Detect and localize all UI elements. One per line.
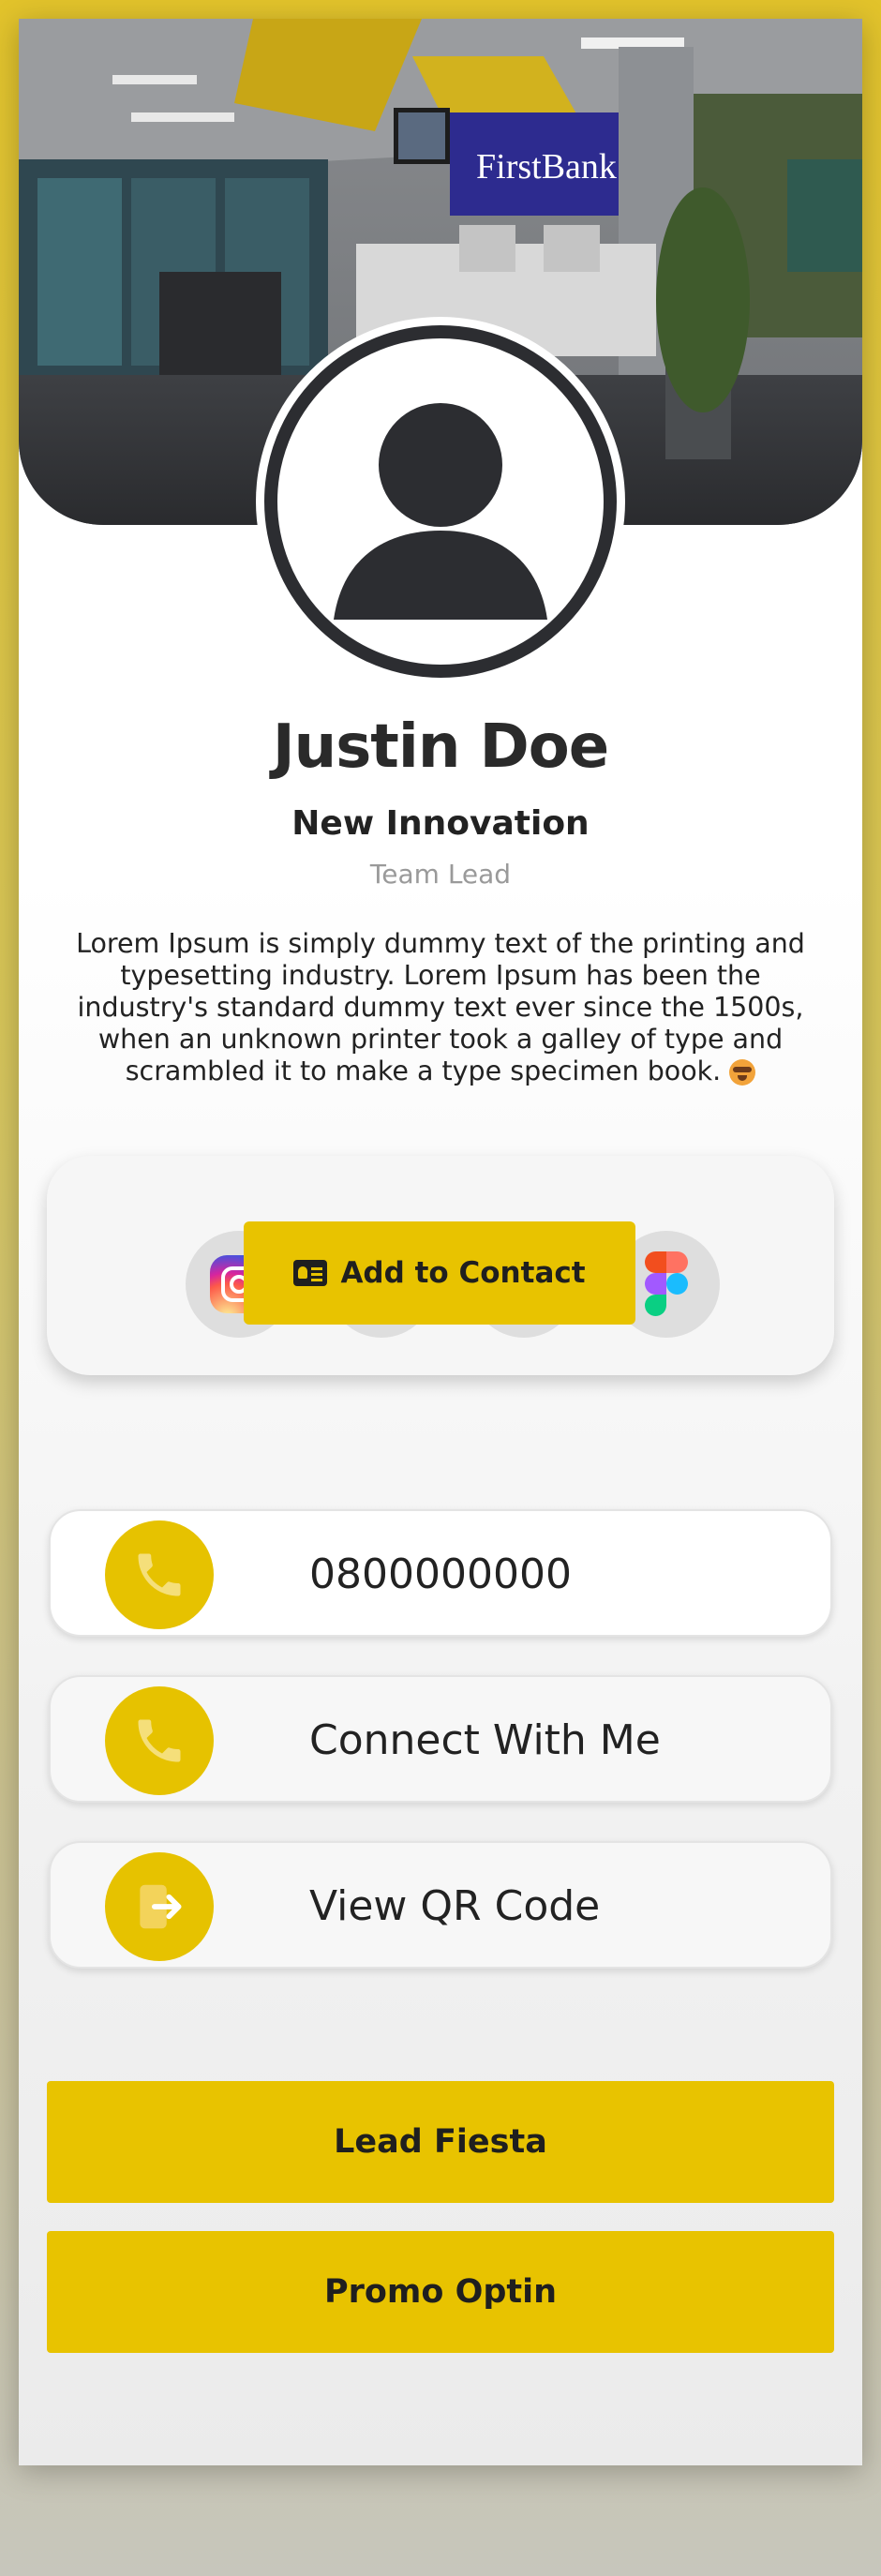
add-to-contact-label: Add to Contact [340,1256,586,1290]
exit-arrow-icon [140,1884,182,1929]
view-qr-code-row[interactable]: View QR Code [49,1841,832,1969]
contact-card-icon [293,1260,328,1286]
connect-with-me-label: Connect With Me [309,1716,661,1764]
company-name: New Innovation [291,804,590,843]
phone-icon [138,1553,181,1596]
bio: Lorem Ipsum is simply dummy text of the … [56,928,825,1087]
phone-number-row[interactable]: 0800000000 [49,1509,832,1637]
profile-card: FirstBank Justin Doe New Innovation Team… [19,19,862,2465]
social-panel: Add to Contact [47,1156,834,1375]
lead-fiesta-button[interactable]: Lead Fiesta [47,2081,834,2203]
avatar [264,325,617,678]
add-to-contact-button[interactable]: Add to Contact [244,1221,635,1325]
phone-icon [138,1719,181,1762]
phone-number: 0800000000 [309,1550,572,1598]
bio-text: Lorem Ipsum is simply dummy text of the … [76,928,805,1086]
profile-name: Justin Doe [272,712,609,782]
figma-icon [645,1251,688,1317]
promo-optin-button[interactable]: Promo Optin [47,2231,834,2353]
smiling-emoji-icon [729,1059,756,1086]
job-title: Team Lead [369,859,512,890]
view-qr-code-label: View QR Code [309,1882,601,1930]
bank-sign: FirstBank [476,147,617,187]
avatar-ring [256,317,625,686]
connect-with-me-row[interactable]: Connect With Me [49,1675,832,1803]
user-silhouette-icon [334,403,547,620]
exit-icon-circle [105,1852,214,1961]
phone-icon-circle [105,1520,214,1629]
phone-icon-circle [105,1686,214,1795]
